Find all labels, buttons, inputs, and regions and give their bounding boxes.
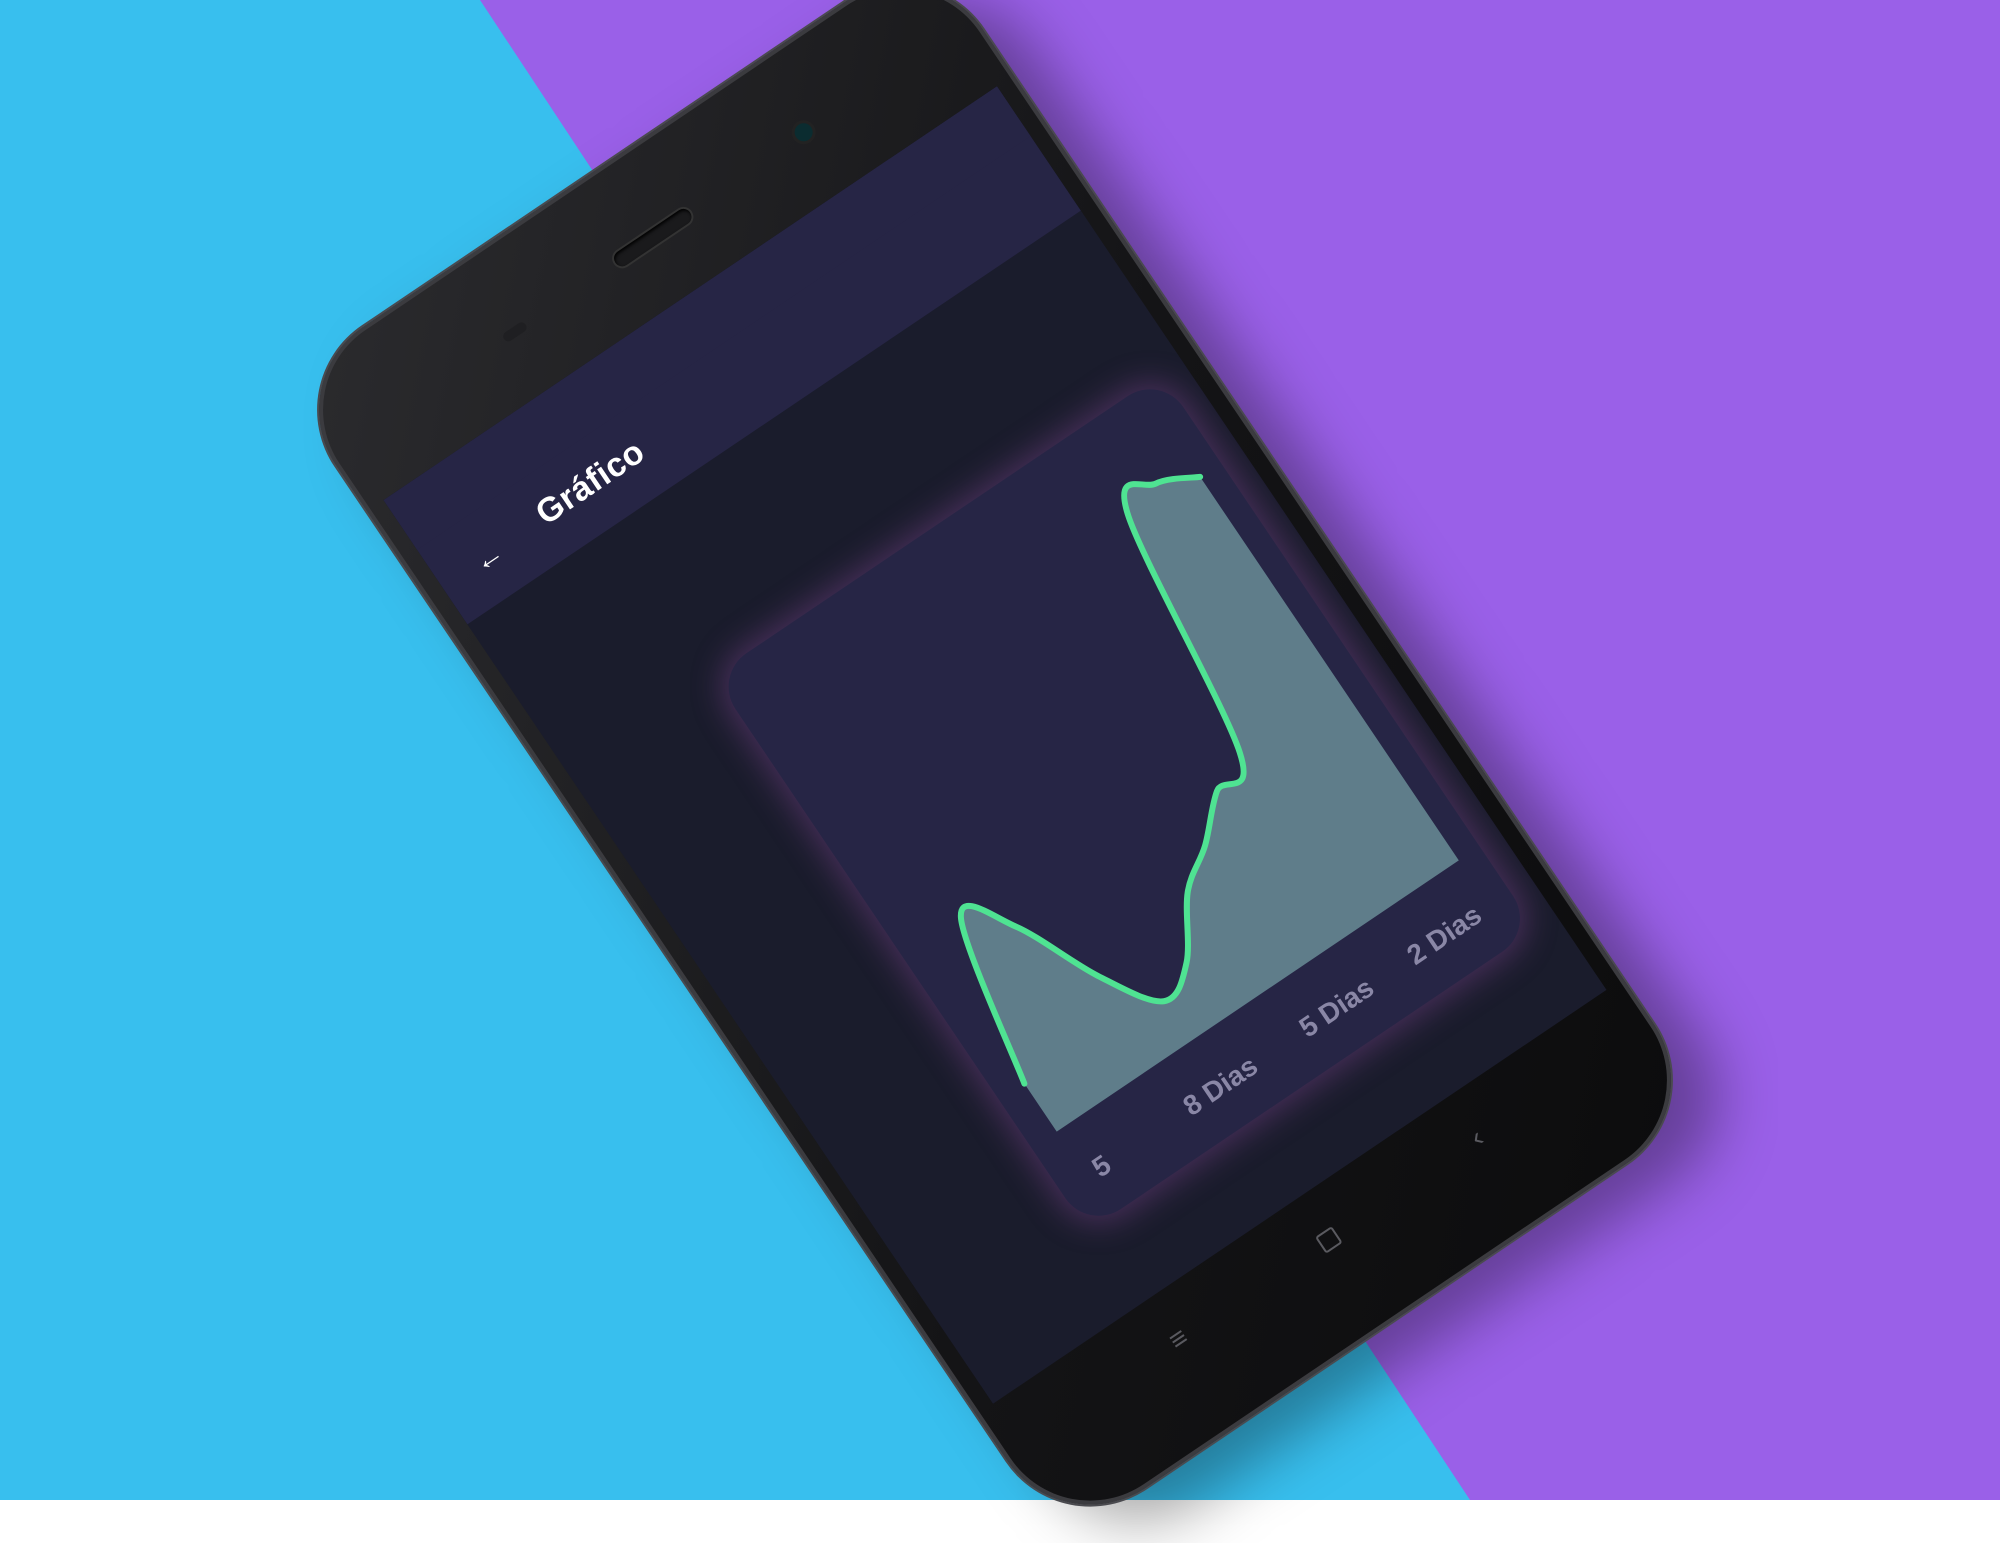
arrow-left-icon[interactable]: ← bbox=[468, 537, 510, 579]
